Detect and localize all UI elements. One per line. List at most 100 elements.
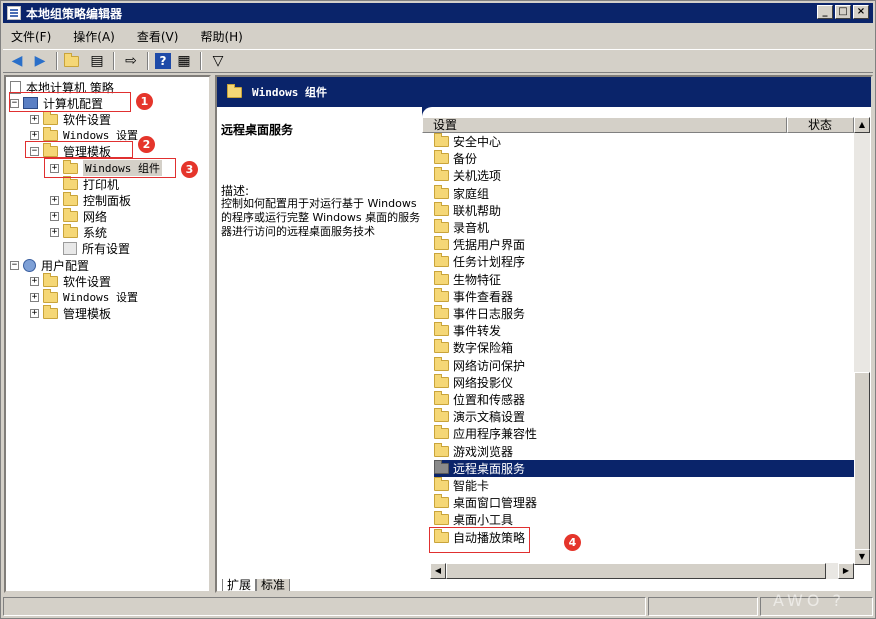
scroll-left-icon[interactable]: ◀ [430,563,446,579]
list-item[interactable]: 事件转发 [434,322,852,339]
expand-icon[interactable]: + [30,130,39,140]
menu-action[interactable]: 操作(A) [71,26,117,47]
expand-icon[interactable]: + [30,276,39,286]
list-item[interactable]: 家庭组 [434,184,852,202]
scroll-right-icon[interactable]: ▶ [838,563,854,579]
list-item-label: 演示文稿设置 [453,410,526,425]
list-item[interactable]: 任务计划程序 [434,253,852,270]
list-item-label: 备份 [453,152,478,167]
list-item-label: 远程桌面服务 [453,461,526,476]
title-bar: 本地组策略编辑器 _ □ × [3,3,873,23]
tree-item-software-settings[interactable]: + 软件设置 [30,110,111,127]
tab-standard[interactable]: 标准 [256,579,291,591]
list-item[interactable]: 生物特征 [434,270,852,288]
list-item[interactable]: 游戏浏览器 [434,442,852,460]
list-item-label: 智能卡 [453,479,490,493]
settings-list: 设置 状态 安全中心备份 关机选项 家庭组 联机帮助录音机 凭据用户界面 任务计划程序 生物… [422,107,871,579]
scroll-thumb[interactable] [854,372,870,552]
tree-item-system[interactable]: + 系统 [50,223,108,240]
export-list-icon[interactable]: ⇨ [121,51,141,71]
tree-item-user-config[interactable]: − 用户配置 [10,257,89,273]
tree-item-control-panel[interactable]: + 控制面板 [50,191,132,208]
list-item[interactable]: 事件日志服务 [434,305,852,322]
list-item[interactable]: 远程桌面服务 [434,459,854,477]
list-item[interactable]: 网络访问保护 [434,356,852,374]
help-icon[interactable]: ? [155,53,171,69]
folder-icon [434,373,449,388]
tree-label: 控制面板 [83,193,132,208]
menu-file[interactable]: 文件(F) [9,26,53,47]
tree-item-user-software-settings[interactable]: + 软件设置 [30,272,111,289]
tree-item-network[interactable]: + 网络 [50,207,107,224]
list-item[interactable]: 凭据用户界面 [434,236,852,253]
tree-item-user-windows-settings[interactable]: + Windows 设置 [30,288,138,305]
collapse-icon[interactable]: − [10,260,19,270]
list-item[interactable]: 桌面窗口管理器 [434,494,852,511]
list-item[interactable]: 数字保险箱 [434,339,852,356]
expand-icon[interactable]: + [50,195,59,205]
tree-item-user-admin-templates[interactable]: + 管理模板 [30,304,111,321]
list-item-label: 录音机 [453,221,490,235]
filter-icon[interactable]: ▽ [208,51,228,71]
list-item[interactable]: 安全中心 [434,133,852,150]
list-item[interactable]: 桌面小工具 [434,511,852,528]
description-title: 远程桌面服务 [221,123,294,137]
status-cell [648,597,758,616]
hscroll-thumb[interactable] [446,563,826,579]
column-header: 设置 状态 [422,117,854,133]
maximize-button[interactable]: □ [835,5,851,19]
tree-item-all-settings[interactable]: 所有设置 [63,240,130,256]
expand-icon[interactable]: + [30,114,39,124]
minimize-button[interactable]: _ [817,5,833,19]
list-item[interactable]: 录音机 [434,219,852,236]
expand-icon[interactable]: + [30,308,39,318]
tab-extended[interactable]: 扩展 [222,579,257,591]
folder-icon [434,339,449,354]
menu-help[interactable]: 帮助(H) [198,26,244,47]
folder-icon [434,133,449,147]
description-panel: 远程桌面服务 描述: 控制如何配置用于对运行基于 Windows 的程序或运行完… [217,107,422,579]
forward-arrow-icon[interactable]: ▶ [30,51,50,71]
tree-label: 系统 [83,225,108,240]
folder-icon [434,219,449,233]
properties-icon[interactable]: ▦ [174,51,194,71]
vertical-scrollbar[interactable]: ▲ ▼ [854,117,870,565]
expand-icon[interactable]: + [50,211,59,221]
folder-icon [434,356,449,371]
list-item-label: 应用程序兼容性 [453,427,538,442]
menu-view[interactable]: 查看(V) [135,26,181,47]
close-button[interactable]: × [853,5,869,19]
list-item[interactable]: 智能卡 [434,477,852,494]
folder-icon [434,459,449,474]
folder-icon [434,391,449,405]
scroll-up-icon[interactable]: ▲ [854,117,870,133]
column-status[interactable]: 状态 [787,117,854,133]
scroll-down-icon[interactable]: ▼ [854,549,870,565]
tree-label: 打印机 [83,177,120,192]
list-item[interactable]: 备份 [434,150,852,167]
folder-icon [43,304,58,319]
folder-icon [434,253,449,268]
tree-item-printers[interactable]: 打印机 [63,175,120,192]
details-header-title: Windows 组件 [252,86,327,99]
toolbar-separator [147,52,149,70]
list-item[interactable]: 演示文稿设置 [434,408,852,425]
column-settings[interactable]: 设置 [422,117,787,133]
annotation-box [429,527,530,553]
expand-icon[interactable]: + [30,292,39,302]
folder-icon [227,83,242,98]
list-item[interactable]: 事件查看器 [434,287,852,305]
list-item[interactable]: 应用程序兼容性 [434,425,852,442]
annotation-box [44,158,176,178]
tree-label: 用户配置 [41,258,90,273]
expand-icon[interactable]: + [50,227,59,237]
list-item[interactable]: 联机帮助 [434,201,852,219]
horizontal-scrollbar[interactable]: ◀ ▶ [430,563,854,579]
folder-icon [63,191,78,206]
show-hide-tree-icon[interactable]: ▤ [87,51,107,71]
list-item[interactable]: 网络投影仪 [434,373,852,391]
list-item[interactable]: 关机选项 [434,167,852,184]
list-item[interactable]: 位置和传感器 [434,391,852,408]
up-folder-icon[interactable] [64,51,84,71]
back-arrow-icon[interactable]: ◀ [7,51,27,71]
